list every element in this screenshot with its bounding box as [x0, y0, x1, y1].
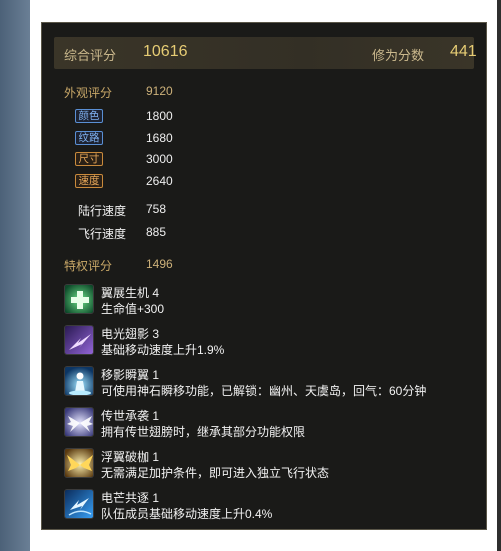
lightning-wing-icon: [64, 325, 94, 355]
privilege-score-value: 1496: [146, 257, 173, 271]
color-value: 1800: [146, 109, 173, 123]
perk-description: 队伍成员基础移动速度上升0.4%: [101, 507, 273, 521]
healing-cross-icon: [64, 284, 94, 314]
speed-tag: 速度: [75, 174, 103, 188]
perk-name: 移影瞬翼 1: [101, 368, 160, 382]
perk-item: 电芒共逐 1 队伍成员基础移动速度上升0.4%: [64, 489, 484, 525]
perk-name: 传世承袭 1: [101, 409, 160, 423]
ground-speed-label: 陆行速度: [78, 204, 127, 218]
teleport-figure-icon: [64, 366, 94, 396]
perk-name: 电芒共逐 1: [101, 491, 160, 505]
perk-description: 可使用神石瞬移功能，已解锁：幽州、天虞岛，回气：60分钟: [101, 384, 427, 398]
flight-speed-value: 885: [146, 225, 167, 239]
perk-item: 浮翼破枷 1 无需满足加护条件，即可进入独立飞行状态: [64, 448, 484, 484]
size-tag: 尺寸: [75, 152, 103, 166]
golden-wings-icon: [64, 448, 94, 478]
pattern-value: 1680: [146, 131, 173, 145]
ground-speed-value: 758: [146, 202, 167, 216]
inheritance-wing-icon: [64, 407, 94, 437]
perk-name: 电光翅影 3: [101, 327, 160, 341]
perk-item: 移影瞬翼 1 可使用神石瞬移功能，已解锁：幽州、天虞岛，回气：60分钟: [64, 366, 484, 402]
cultivation-score-value: 441: [450, 43, 477, 60]
pattern-tag: 纹路: [75, 131, 103, 145]
perk-item: 电光翅影 3 基础移动速度上升1.9%: [64, 325, 484, 361]
lightning-dash-icon: [64, 489, 94, 519]
flight-speed-label: 飞行速度: [78, 227, 127, 241]
summary-bar: 综合评分 10616 修为分数 441: [54, 37, 477, 69]
total-score-value: 10616: [143, 43, 188, 60]
size-value: 3000: [146, 152, 173, 166]
color-tag: 颜色: [75, 109, 103, 123]
perk-name: 浮翼破枷 1: [101, 450, 160, 464]
appearance-score-label: 外观评分: [64, 86, 113, 100]
wing-score-tooltip: 综合评分 10616 修为分数 441 外观评分 9120 颜色 1800 纹路…: [41, 22, 487, 530]
appearance-score-value: 9120: [146, 84, 173, 98]
background-window-edge: [0, 0, 30, 551]
perk-item: 传世承袭 1 拥有传世翅膀时，继承其部分功能权限: [64, 407, 484, 443]
perk-name: 翼展生机 4: [101, 286, 160, 300]
perk-description: 基础移动速度上升1.9%: [101, 343, 225, 357]
perk-description: 无需满足加护条件，即可进入独立飞行状态: [101, 466, 330, 480]
cultivation-score-label: 修为分数: [372, 48, 425, 63]
privilege-score-label: 特权评分: [64, 259, 113, 273]
background-window-edge-right: [497, 0, 501, 551]
total-score-label: 综合评分: [64, 48, 117, 63]
perk-description: 拥有传世翅膀时，继承其部分功能权限: [101, 425, 306, 439]
perk-description: 生命值+300: [101, 302, 165, 316]
speed-value: 2640: [146, 174, 173, 188]
perk-item: 翼展生机 4 生命值+300: [64, 284, 484, 320]
